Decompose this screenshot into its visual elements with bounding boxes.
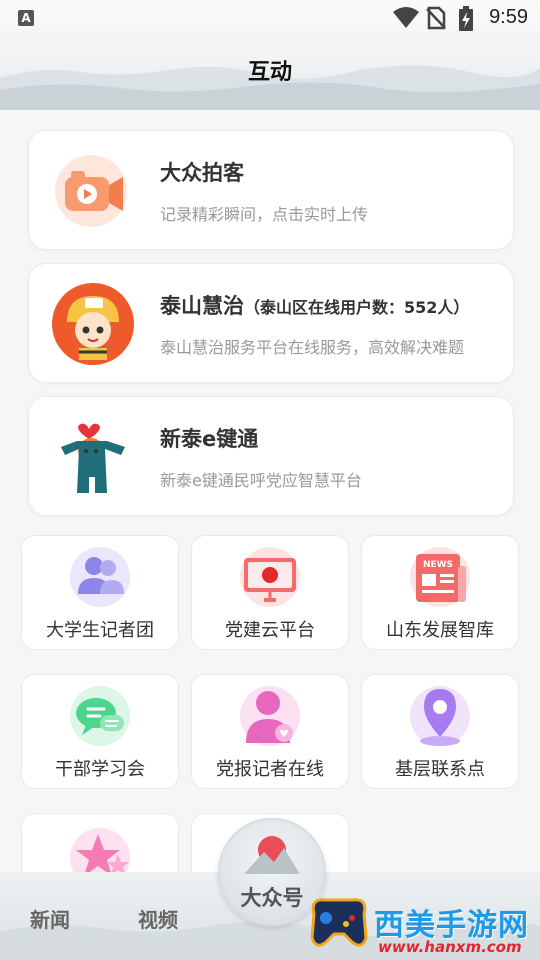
chat-icon xyxy=(70,686,130,746)
tile-student-reporters[interactable]: 大学生记者团 xyxy=(21,535,179,650)
tile-label: 大学生记者团 xyxy=(46,620,154,641)
svg-text:NEWS: NEWS xyxy=(423,560,453,570)
mascot-icon xyxy=(52,283,134,365)
users-icon xyxy=(70,547,130,607)
camera-icon xyxy=(55,155,127,227)
card-title: 新泰e键通 xyxy=(160,427,259,451)
card-huizhi[interactable]: 泰山慧治（泰山区在线用户数：552人） 泰山慧治服务平台在线服务，高效解决难题 xyxy=(28,263,514,383)
card-subtitle: 记录精彩瞬间，点击实时上传 xyxy=(160,205,369,224)
tile-label: 干部学习会 xyxy=(55,759,145,780)
page-title: 互动 xyxy=(247,60,292,85)
location-icon xyxy=(410,686,470,746)
wifi-icon xyxy=(393,7,419,28)
mountain-logo-icon xyxy=(244,836,300,874)
app-badge-icon: A xyxy=(18,10,34,26)
nav-item-news[interactable]: 新闻 xyxy=(30,904,70,933)
card-title: 泰山慧治（泰山区在线用户数：552人） xyxy=(160,294,470,318)
card-paike[interactable]: 大众拍客 记录精彩瞬间，点击实时上传 xyxy=(28,130,514,250)
tile-cadre-study[interactable]: 干部学习会 xyxy=(21,674,179,789)
nav-item-video[interactable]: 视频 xyxy=(138,904,178,933)
news-icon: NEWS xyxy=(410,547,470,607)
tile-party-cloud[interactable]: 党建云平台 xyxy=(191,535,349,650)
card-subtitle: 新泰e键通民呼党应智慧平台 xyxy=(160,471,362,490)
card-ejiantong[interactable]: 新泰e键通 新泰e键通民呼党应智慧平台 xyxy=(28,396,514,516)
header-bar: A 9:59 互动 xyxy=(0,0,540,110)
tile-grassroots[interactable]: 基层联系点 xyxy=(361,674,519,789)
tile-label: 党报记者在线 xyxy=(216,759,324,780)
tile-reporter-online[interactable]: 党报记者在线 xyxy=(191,674,349,789)
reporter-icon xyxy=(240,686,300,746)
battery-charging-icon xyxy=(459,6,473,31)
party-screen-icon xyxy=(240,547,300,607)
watermark: 西美手游网 www.hanxm.com xyxy=(300,880,540,960)
tile-label: 党建云平台 xyxy=(225,620,315,641)
card-title: 大众拍客 xyxy=(160,161,244,185)
gamepad-logo-icon xyxy=(310,898,368,947)
status-time: 9:59 xyxy=(489,6,528,28)
card-subtitle: 泰山慧治服务平台在线服务，高效解决难题 xyxy=(160,338,465,357)
watermark-url: www.hanxm.com xyxy=(378,938,522,956)
no-sim-icon xyxy=(426,6,446,30)
online-user-count: （泰山区在线用户数：552人） xyxy=(244,298,470,317)
heart-mascot-icon xyxy=(61,423,125,493)
status-bar: A 9:59 xyxy=(0,0,540,36)
tile-label: 基层联系点 xyxy=(395,759,485,780)
tile-label: 山东发展智库 xyxy=(386,620,494,641)
tile-shandong-thinktank[interactable]: NEWS 山东发展智库 xyxy=(361,535,519,650)
